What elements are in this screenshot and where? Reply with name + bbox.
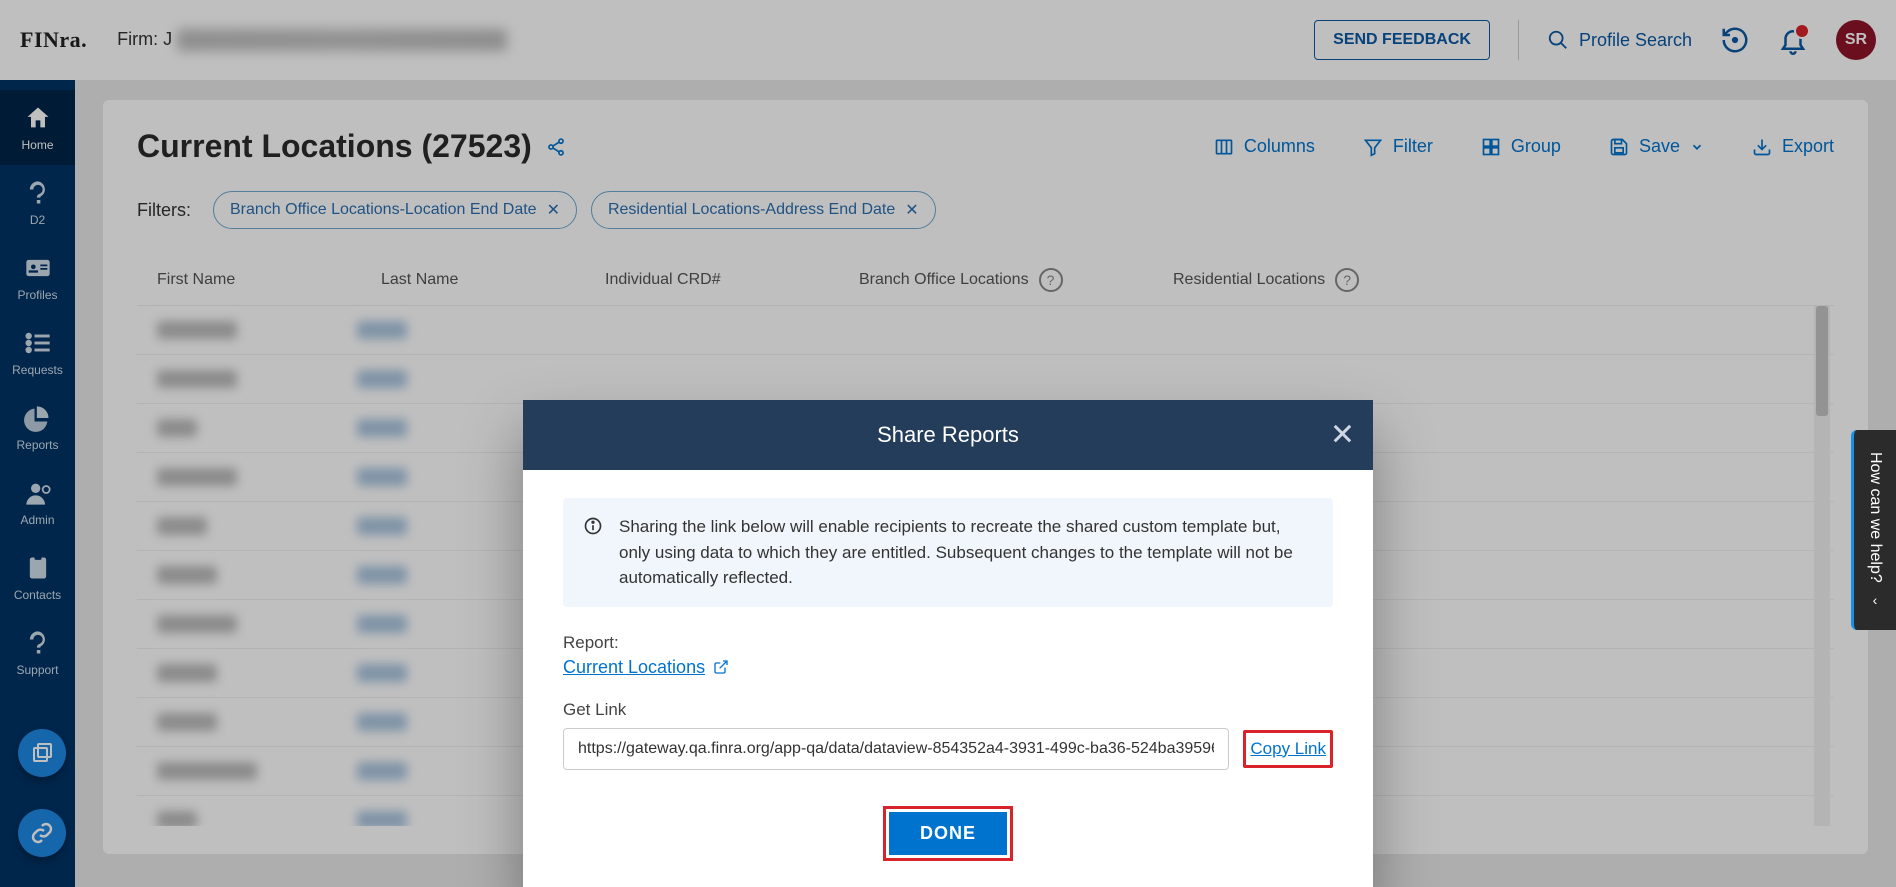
modal-close-icon[interactable]: ✕ (1330, 418, 1355, 453)
info-icon (583, 516, 603, 591)
help-tab-label: How can we help? (1866, 452, 1884, 583)
share-reports-modal: Share Reports ✕ Sharing the link below w… (523, 400, 1373, 887)
done-button[interactable]: DONE (883, 806, 1013, 861)
modal-header: Share Reports ✕ (523, 400, 1373, 470)
copy-link-button[interactable]: Copy Link (1243, 730, 1333, 768)
help-side-tab[interactable]: How can we help? ‹ (1851, 430, 1896, 630)
modal-info-box: Sharing the link below will enable recip… (563, 498, 1333, 607)
chevron-left-icon: ‹ (1873, 592, 1878, 608)
get-link-label: Get Link (563, 700, 1333, 720)
external-link-icon (713, 659, 729, 675)
modal-info-text: Sharing the link below will enable recip… (619, 514, 1313, 591)
share-link-input[interactable] (563, 728, 1229, 770)
modal-title: Share Reports (877, 422, 1019, 448)
report-link-text: Current Locations (563, 657, 705, 678)
report-label: Report: (563, 633, 1333, 653)
report-link[interactable]: Current Locations (563, 657, 729, 678)
